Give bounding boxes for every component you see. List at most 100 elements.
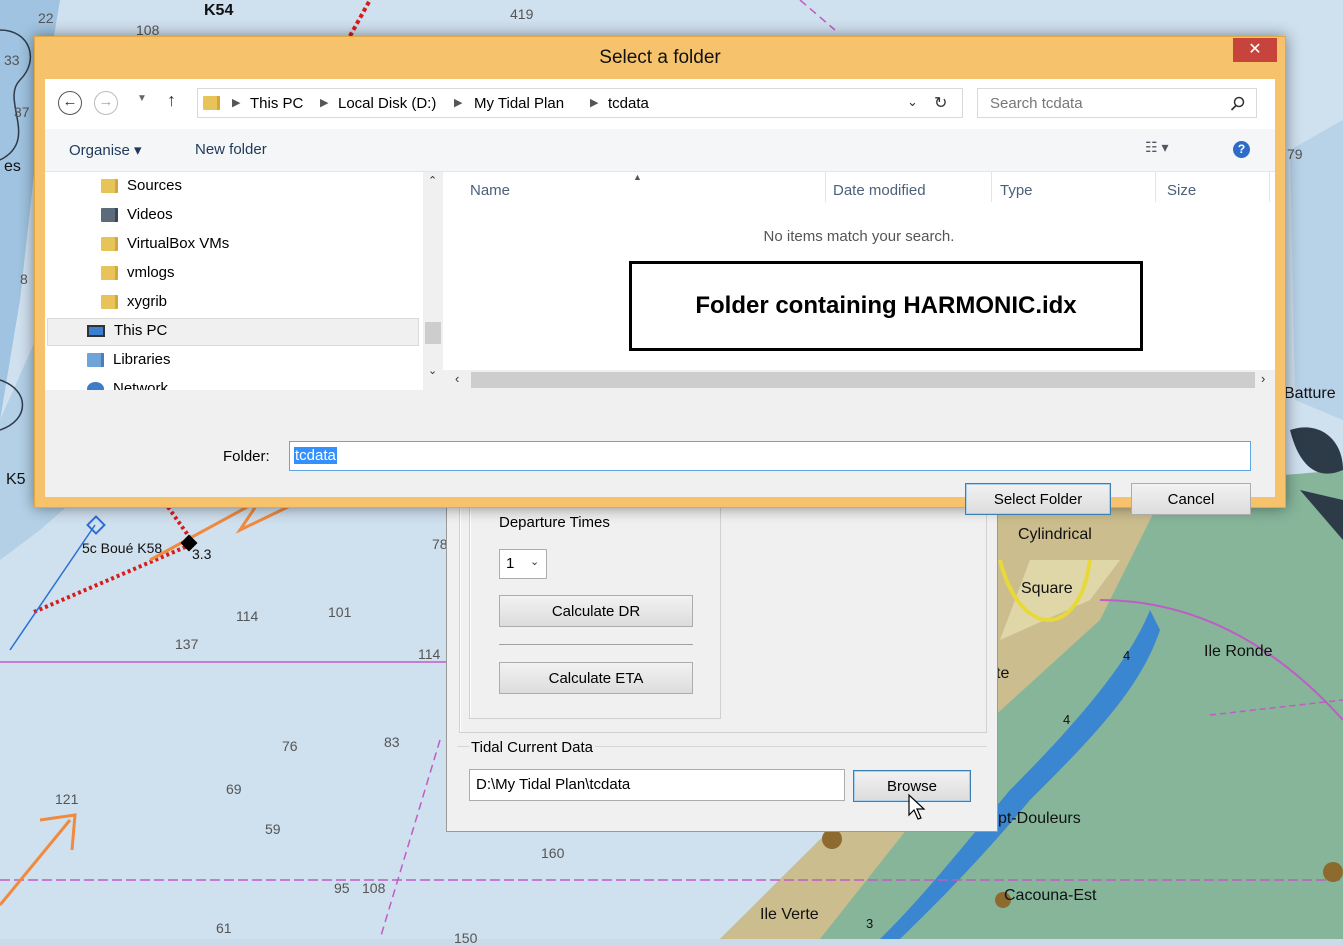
tree-item-label: xygrib — [127, 293, 168, 310]
cancel-button[interactable]: Cancel — [1131, 483, 1251, 515]
tree-item-vmlogs[interactable]: vmlogs — [101, 259, 175, 287]
column-header-size[interactable]: Size — [1167, 182, 1196, 199]
libraries-icon — [87, 353, 104, 367]
tree-item-xygrib[interactable]: xygrib — [101, 288, 167, 316]
search-input[interactable]: Search tcdata — [977, 88, 1257, 118]
dialog-body: ← → ▼ ↑ ▶ This PC ▶ Local Disk (D:) ▶ My… — [45, 79, 1275, 525]
network-icon — [87, 382, 104, 390]
departure-times-value: 1 — [506, 555, 515, 572]
sort-arrow-icon: ▲ — [633, 172, 642, 182]
tidal-current-data-label: Tidal Current Data — [469, 739, 595, 756]
resize-grip-icon[interactable]: ⋰ — [1257, 515, 1266, 526]
search-placeholder: Search tcdata — [990, 95, 1083, 112]
depth-label: 3 — [866, 916, 874, 931]
tree-item-label: Sources — [127, 177, 183, 194]
tree-item-this-pc[interactable]: This PC — [87, 317, 167, 345]
buoy-label: K5 — [6, 471, 26, 488]
sounding-label: 3.3 — [192, 546, 212, 562]
folder-icon — [101, 179, 118, 193]
tidal-data-path-field[interactable]: D:\My Tidal Plan\tcdata — [469, 769, 845, 801]
close-button[interactable]: ✕ — [1233, 38, 1277, 62]
buoy-label: K54 — [204, 2, 234, 19]
sounding: 108 — [362, 880, 386, 896]
scrollbar-thumb[interactable] — [471, 372, 1255, 388]
recent-locations-icon[interactable]: ▼ — [137, 93, 147, 104]
tree-item-videos[interactable]: Videos — [101, 201, 173, 229]
scroll-up-icon[interactable]: ⌃ — [428, 174, 437, 187]
folder-icon — [101, 237, 118, 251]
tree-item-label: vmlogs — [127, 264, 175, 281]
tree-item-libraries[interactable]: Libraries — [87, 346, 171, 374]
tree-item-label: Videos — [127, 206, 173, 223]
scroll-left-icon[interactable]: ‹ — [455, 371, 459, 386]
depth-label: 4 — [1063, 712, 1071, 727]
sounding: 419 — [510, 6, 534, 22]
departure-times-select[interactable]: 1 ⌄ — [499, 549, 547, 579]
sounding: 160 — [541, 845, 565, 861]
breadcrumb-local-disk[interactable]: Local Disk (D:) — [338, 95, 436, 112]
column-separator — [991, 172, 992, 202]
island-label: Ile Verte — [760, 906, 819, 923]
refresh-icon[interactable]: ↻ — [934, 93, 947, 113]
select-folder-button[interactable]: Select Folder — [965, 483, 1111, 515]
sounding: 79 — [1287, 146, 1303, 162]
address-bar[interactable]: ▶ This PC ▶ Local Disk (D:) ▶ My Tidal P… — [197, 88, 963, 118]
separator — [499, 644, 693, 645]
buoy-label: 5c Boué K58 — [82, 540, 163, 556]
tree-item-label: VirtualBox VMs — [127, 235, 230, 252]
empty-message: No items match your search. — [763, 228, 955, 245]
help-icon[interactable]: ? — [1233, 141, 1250, 158]
chevron-down-icon[interactable]: ⌄ — [907, 94, 918, 110]
organise-menu[interactable]: Organise ▾ — [69, 141, 142, 159]
tree-item-network[interactable]: Network — [87, 375, 168, 390]
breadcrumb-separator-icon: ▶ — [590, 97, 599, 109]
tree-item-sources[interactable]: Sources — [101, 172, 182, 200]
sounding: 114 — [236, 608, 259, 624]
view-options-icon[interactable]: ☷ ▾ — [1145, 139, 1168, 156]
sounding: 69 — [226, 781, 242, 797]
search-icon — [1230, 96, 1245, 111]
sounding: 33 — [4, 52, 20, 68]
tree-item-label: This PC — [114, 322, 168, 339]
navigation-tree[interactable]: Sources Videos VirtualBox VMs vmlogs xyg… — [45, 172, 423, 390]
tree-item-label: Libraries — [113, 351, 171, 368]
breadcrumb-this-pc[interactable]: This PC — [250, 95, 303, 112]
scrollbar-thumb[interactable] — [425, 322, 441, 344]
sounding: 121 — [55, 791, 79, 807]
video-folder-icon — [101, 208, 118, 222]
horizontal-scrollbar[interactable]: ‹ › — [443, 370, 1275, 390]
sounding: 8 — [20, 271, 28, 287]
folder-icon — [101, 295, 118, 309]
sounding: 76 — [282, 738, 298, 754]
computer-icon — [87, 325, 105, 337]
column-separator — [1155, 172, 1156, 202]
folder-name-input[interactable]: tcdata — [289, 441, 1251, 471]
sounding: 22 — [38, 10, 54, 26]
column-header-name[interactable]: Name — [470, 182, 510, 199]
calculate-eta-button[interactable]: Calculate ETA — [499, 662, 693, 694]
place-label: Batture — [1284, 385, 1336, 402]
scroll-down-icon[interactable]: ⌄ — [428, 364, 437, 377]
sounding: 95 — [334, 880, 350, 896]
breadcrumb-separator-icon: ▶ — [454, 97, 463, 109]
up-arrow-icon[interactable]: ↑ — [167, 90, 176, 111]
tree-scrollbar[interactable]: ⌃ ⌄ — [423, 172, 443, 390]
sounding: 83 — [384, 734, 400, 750]
breadcrumb-my-tidal-plan[interactable]: My Tidal Plan — [474, 95, 564, 112]
select-folder-dialog: Select a folder ✕ ← → ▼ ↑ ▶ This PC ▶ Lo… — [34, 36, 1286, 525]
forward-arrow-icon[interactable]: → — [94, 91, 118, 115]
column-header-date-modified[interactable]: Date modified — [833, 182, 926, 199]
new-folder-button[interactable]: New folder — [195, 141, 267, 158]
column-header-type[interactable]: Type — [1000, 182, 1033, 199]
tree-item-label: Network — [113, 380, 169, 390]
sounding: 59 — [265, 821, 281, 837]
light-label: Square — [1021, 580, 1073, 597]
back-arrow-icon[interactable]: ← — [58, 91, 82, 115]
calculate-dr-button[interactable]: Calculate DR — [499, 595, 693, 627]
tree-item-virtualbox-vms[interactable]: VirtualBox VMs — [101, 230, 229, 258]
scroll-right-icon[interactable]: › — [1261, 371, 1265, 386]
annotation-text: Folder containing HARMONIC.idx — [695, 292, 1077, 319]
breadcrumb-tcdata[interactable]: tcdata — [608, 95, 649, 112]
depth-label: 4 — [1123, 648, 1131, 663]
sounding: 150 — [454, 930, 478, 946]
